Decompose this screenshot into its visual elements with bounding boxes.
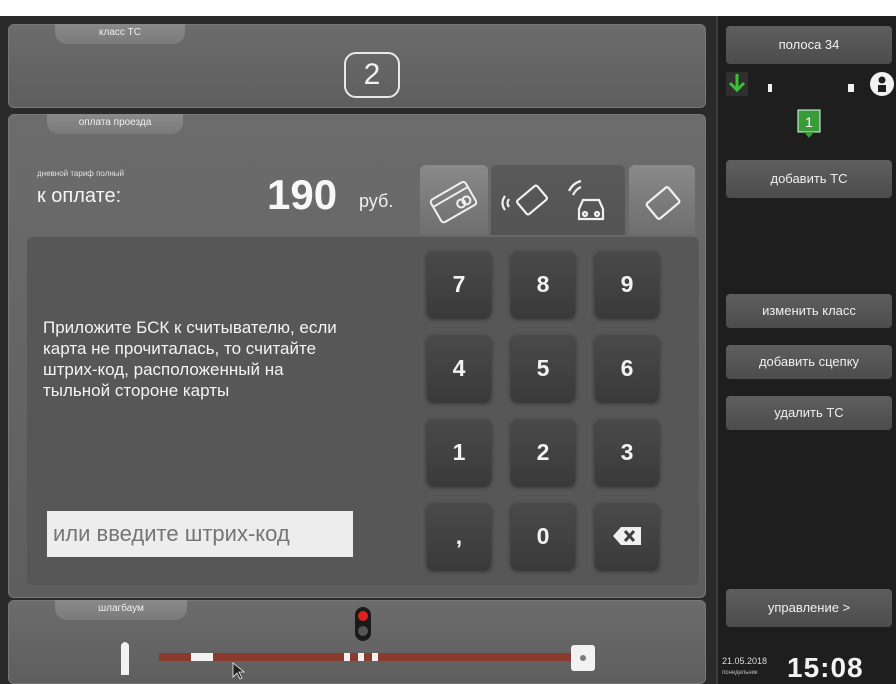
barrier-panel: шлагбаум [8,600,706,684]
barrier-post-left [121,642,129,675]
wallet-card-button[interactable] [629,165,695,235]
payment-panel: оплата проезда дневной тариф полный к оп… [8,114,706,598]
bank-card-button[interactable] [420,165,488,235]
lane-button[interactable]: полоса 34 [726,26,892,64]
mouse-cursor [232,662,246,680]
wallet-card-icon [645,186,681,220]
barrier-arm [159,653,579,661]
add-vehicle-button[interactable]: добавить ТС [726,160,892,198]
arrow-down-icon [726,72,748,96]
instruction-text: Приложите БСК к считывателю, если карта … [43,318,337,400]
queue-counter-icon: 1 [797,109,821,138]
tariff-name: дневной тариф полный [37,169,124,178]
key-1[interactable]: 1 [427,419,491,485]
user-lock-icon [870,72,894,96]
backspace-icon [613,527,641,545]
add-trailer-button[interactable]: добавить сцепку [726,345,892,379]
key-0[interactable]: 0 [511,503,575,569]
top-strip [0,0,896,16]
bank-card-icon [429,180,478,224]
barcode-input[interactable] [47,511,353,557]
key-5[interactable]: 5 [511,335,575,401]
key-2[interactable]: 2 [511,419,575,485]
reader-area: Приложите БСК к считывателю, если карта … [27,237,699,585]
key-9[interactable]: 9 [595,251,659,317]
weekday-text: понедельник [722,670,758,676]
delete-vehicle-button[interactable]: удалить ТС [726,396,892,430]
pay-currency: руб. [359,191,394,211]
clock-text: 15:08 [787,652,864,683]
vehicle-class-value[interactable]: 2 [344,52,400,98]
barrier-motor-box [571,645,595,671]
pay-amount: 190 [267,171,338,218]
vehicle-class-panel: класс ТС 2 [8,24,706,108]
key-7[interactable]: 7 [427,251,491,317]
payment-label: оплата проезда [47,114,183,134]
key-6[interactable]: 6 [595,335,659,401]
queue-count: 1 [805,114,813,130]
sensor-indicator-left [768,84,772,92]
barrier-diagram [121,607,595,680]
sensor-indicator-right [848,84,854,92]
contactless-bsk-button[interactable] [491,165,625,235]
key-4[interactable]: 4 [427,335,491,401]
key-3[interactable]: 3 [595,419,659,485]
control-button[interactable]: управление > [726,589,892,627]
traffic-light-icon [355,607,371,641]
key-backspace[interactable] [595,503,659,569]
key-comma[interactable]: , [427,503,491,569]
date-text: 21.05.2018 [722,656,768,666]
contactless-bsk-icon [501,179,605,221]
key-8[interactable]: 8 [511,251,575,317]
lane-status: 1 [726,72,894,138]
to-pay-label: к оплате: [37,185,122,207]
vehicle-class-label: класс ТС [55,24,185,44]
change-class-button[interactable]: изменить класс [726,294,892,328]
